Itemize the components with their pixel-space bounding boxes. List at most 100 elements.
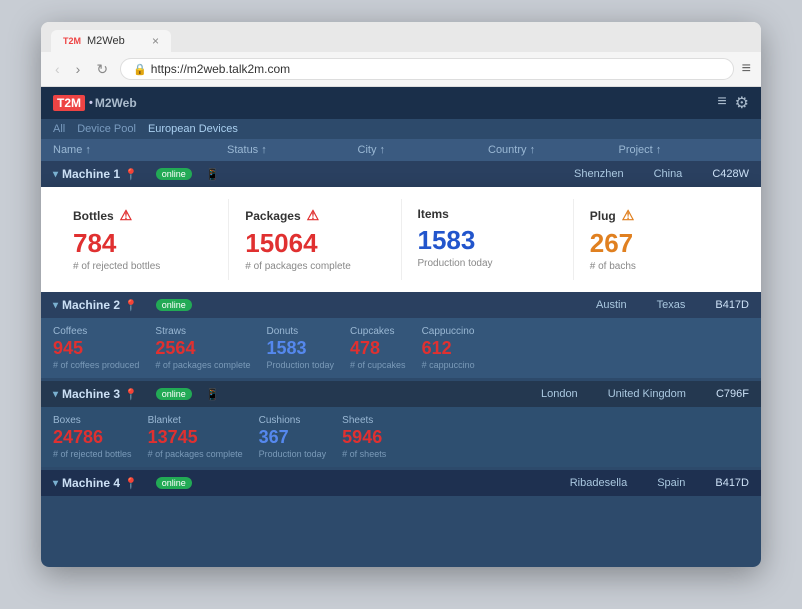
machine-1-info: Shenzhen China C428W xyxy=(574,168,749,180)
app-logo: T2M • M2Web xyxy=(53,95,137,111)
machine-4-row[interactable]: ▾ Machine 4 📍 online Ribadesella Spain B… xyxy=(41,470,761,496)
card-plug-value: 267 xyxy=(590,228,729,259)
mini-card-sheets: Sheets 5946 # of sheets xyxy=(342,415,386,459)
card-bottles: Bottles ⚠ 784 # of rejected bottles xyxy=(57,199,229,280)
machine-1-data-strip: Bottles ⚠ 784 # of rejected bottles Pack… xyxy=(41,187,761,292)
machine-2-name: Machine 2 xyxy=(62,298,120,312)
machine-1-status: online xyxy=(156,168,192,180)
browser-window: T2M M2Web × ‹ › ↻ 🔒 https://m2web.talk2m… xyxy=(41,22,761,567)
machine-1-label: ▾ Machine 1 📍 xyxy=(53,167,138,181)
card-packages-subtitle: # of packages complete xyxy=(245,261,384,272)
machine-2-info: Austin Texas B417D xyxy=(596,299,749,311)
machine-3-row[interactable]: ▾ Machine 3 📍 online 📱 London United Kin… xyxy=(41,381,761,407)
card-bottles-value: 784 xyxy=(73,228,212,259)
machine-3-name: Machine 3 xyxy=(62,387,120,401)
tab-close-button[interactable]: × xyxy=(152,34,159,48)
card-plug-subtitle: # of bachs xyxy=(590,261,729,272)
col-status[interactable]: Status ↑ xyxy=(227,144,358,156)
breadcrumb-all[interactable]: All xyxy=(53,123,65,135)
alert-orange-icon: ⚠ xyxy=(622,207,635,224)
mini-card-donuts: Donuts 1583 Production today xyxy=(266,326,334,370)
browser-chrome: T2M M2Web × xyxy=(41,22,761,52)
card-items-subtitle: Production today xyxy=(418,258,557,269)
machine-4-project: B417D xyxy=(715,477,749,489)
machine-2-label: ▾ Machine 2 📍 xyxy=(53,298,138,312)
chevron-down-icon: ▾ xyxy=(53,169,58,180)
pin-icon-2: 📍 xyxy=(124,299,138,312)
col-project[interactable]: Project ↑ xyxy=(619,144,750,156)
breadcrumb: All Device Pool European Devices xyxy=(41,119,761,139)
logo-name: M2Web xyxy=(95,96,137,110)
card-packages: Packages ⚠ 15064 # of packages complete xyxy=(229,199,401,280)
machine-2-city: Austin xyxy=(596,299,627,311)
app-header: T2M • M2Web ≡ ⚙ xyxy=(41,87,761,119)
machine-3-label: ▾ Machine 3 📍 xyxy=(53,387,138,401)
machine-1-project: C428W xyxy=(712,168,749,180)
mini-card-cappuccino: Cappuccino 612 # cappuccino xyxy=(422,326,475,370)
address-bar[interactable]: 🔒 https://m2web.talk2m.com xyxy=(120,58,734,80)
mini-card-boxes: Boxes 24786 # of rejected bottles xyxy=(53,415,132,459)
card-items: Items 1583 Production today xyxy=(402,199,574,280)
mini-card-straws: Straws 2564 # of packages complete xyxy=(155,326,250,370)
machine-3-country: United Kingdom xyxy=(608,388,686,400)
list-icon[interactable]: ≡ xyxy=(717,93,726,113)
refresh-button[interactable]: ↻ xyxy=(92,59,112,80)
machine-1-city: Shenzhen xyxy=(574,168,624,180)
col-name[interactable]: Name ↑ xyxy=(53,144,227,156)
browser-toolbar: ‹ › ↻ 🔒 https://m2web.talk2m.com ≡ xyxy=(41,52,761,87)
chevron-down-icon-2: ▾ xyxy=(53,300,58,311)
back-button[interactable]: ‹ xyxy=(51,59,64,79)
machine-4-name: Machine 4 xyxy=(62,476,120,490)
app-content: T2M • M2Web ≡ ⚙ All Device Pool European… xyxy=(41,87,761,567)
pin-icon-4: 📍 xyxy=(124,477,138,490)
machine-4-info: Ribadesella Spain B417D xyxy=(570,477,749,489)
logo-badge: T2M xyxy=(53,95,85,111)
tab-title: M2Web xyxy=(87,35,125,47)
alert-red-icon-2: ⚠ xyxy=(307,207,320,224)
card-bottles-title: Bottles ⚠ xyxy=(73,207,212,224)
machine-1-row[interactable]: ▾ Machine 1 📍 online 📱 Shenzhen China C4… xyxy=(41,161,761,187)
machine-4-city: Ribadesella xyxy=(570,477,627,489)
card-bottles-subtitle: # of rejected bottles xyxy=(73,261,212,272)
card-items-title: Items xyxy=(418,207,557,221)
machine-4-status: online xyxy=(156,477,192,489)
mini-card-cushions: Cushions 367 Production today xyxy=(259,415,327,459)
card-plug: Plug ⚠ 267 # of bachs xyxy=(574,199,745,280)
col-city[interactable]: City ↑ xyxy=(358,144,489,156)
address-text: https://m2web.talk2m.com xyxy=(151,62,290,76)
pin-icon: 📍 xyxy=(124,168,138,181)
breadcrumb-device-pool[interactable]: Device Pool xyxy=(77,123,136,135)
machine-2-project: B417D xyxy=(715,299,749,311)
machine-3-project: C796F xyxy=(716,388,749,400)
phone-icon: 📱 xyxy=(206,168,220,181)
mini-card-blanket: Blanket 13745 # of packages complete xyxy=(148,415,243,459)
lock-icon: 🔒 xyxy=(133,63,147,76)
machine-2-data-row: Coffees 945 # of coffees produced Straws… xyxy=(41,318,761,378)
card-items-value: 1583 xyxy=(418,225,557,256)
browser-tabs: T2M M2Web × xyxy=(51,30,751,52)
alert-red-icon: ⚠ xyxy=(120,207,133,224)
machine-3-status: online xyxy=(156,388,192,400)
table-header: Name ↑ Status ↑ City ↑ Country ↑ Project… xyxy=(41,139,761,161)
machine-1-name: Machine 1 xyxy=(62,167,120,181)
machine-3-city: London xyxy=(541,388,578,400)
machine-4-country: Spain xyxy=(657,477,685,489)
forward-button[interactable]: › xyxy=(72,59,85,79)
mini-card-coffees: Coffees 945 # of coffees produced xyxy=(53,326,139,370)
machine-2-row[interactable]: ▾ Machine 2 📍 online Austin Texas B417D xyxy=(41,292,761,318)
pin-icon-3: 📍 xyxy=(124,388,138,401)
machine-2-country: Texas xyxy=(657,299,686,311)
app-header-right: ≡ ⚙ xyxy=(717,93,749,113)
col-country[interactable]: Country ↑ xyxy=(488,144,619,156)
tab-favicon: T2M xyxy=(63,36,81,46)
browser-menu-icon[interactable]: ≡ xyxy=(742,60,751,78)
card-packages-title: Packages ⚠ xyxy=(245,207,384,224)
machine-4-label: ▾ Machine 4 📍 xyxy=(53,476,138,490)
settings-icon[interactable]: ⚙ xyxy=(735,93,749,113)
machine-3-data-row: Boxes 24786 # of rejected bottles Blanke… xyxy=(41,407,761,467)
phone-icon-3: 📱 xyxy=(206,388,220,401)
card-packages-value: 15064 xyxy=(245,228,384,259)
breadcrumb-european-devices[interactable]: European Devices xyxy=(148,123,238,135)
browser-tab[interactable]: T2M M2Web × xyxy=(51,30,171,52)
chevron-down-icon-4: ▾ xyxy=(53,478,58,489)
